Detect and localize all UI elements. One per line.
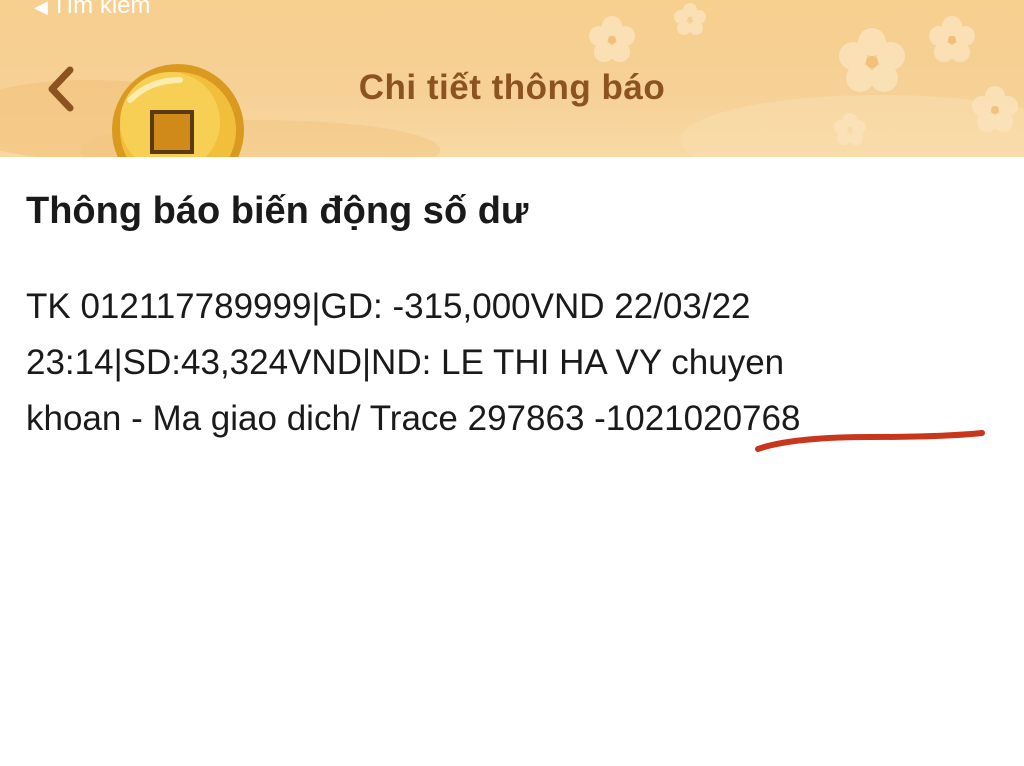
back-triangle-icon: ◀ bbox=[34, 0, 48, 17]
page-title: Chi tiết thông báo bbox=[358, 68, 666, 107]
notification-title: Thông báo biến động số dư bbox=[26, 190, 529, 232]
notification-body-line: 23:14|SD:43,324VND|ND: LE THI HA VY chuy… bbox=[26, 343, 785, 382]
notification-detail-screen: ◀ Tìm kiếm Chi tiết thông báo Thông báo b… bbox=[0, 0, 1024, 766]
status-bar-back-link[interactable]: ◀ Tìm kiếm bbox=[34, 0, 151, 21]
header-bar: ◀ Tìm kiếm Chi tiết thông báo bbox=[0, 0, 1024, 157]
status-back-label: Tìm kiếm bbox=[51, 0, 151, 19]
notification-content: Thông báo biến động số dư TK 01211778999… bbox=[0, 157, 1024, 766]
red-underline-annotation bbox=[755, 430, 985, 452]
notification-body-line: TK 012117789999|GD: -315,000VND 22/03/22 bbox=[26, 287, 751, 326]
notification-body: TK 012117789999|GD: -315,000VND 22/03/22… bbox=[26, 279, 986, 447]
